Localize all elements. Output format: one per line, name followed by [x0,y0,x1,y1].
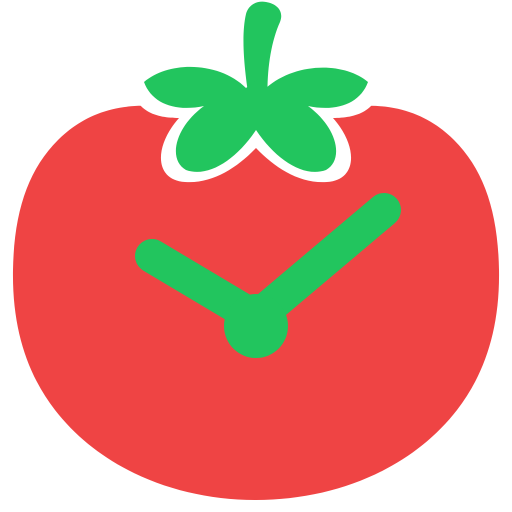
app-icon-canvas [0,0,512,512]
tomato-clock-icon [12,1,500,501]
clock-center-hub [224,294,288,358]
